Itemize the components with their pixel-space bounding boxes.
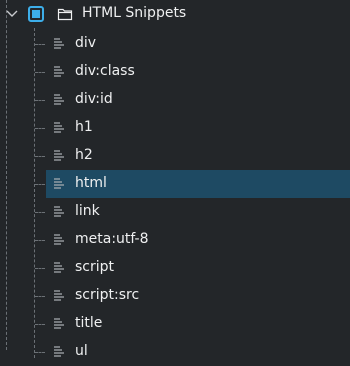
snippet-icon bbox=[51, 344, 67, 360]
snippet-icon bbox=[51, 288, 67, 304]
tree-connector bbox=[35, 44, 45, 45]
tree-item-link[interactable]: link bbox=[0, 198, 350, 226]
tree-item-ul[interactable]: ul bbox=[0, 338, 350, 366]
tree-connector bbox=[35, 352, 45, 353]
tree-connector bbox=[35, 268, 45, 269]
tree-item-div[interactable]: div bbox=[0, 30, 350, 58]
tree-item-label: meta:utf-8 bbox=[75, 231, 149, 247]
tree-root-row[interactable]: HTML Snippets bbox=[0, 0, 350, 28]
tree-item-title[interactable]: title bbox=[0, 310, 350, 338]
tree-connector bbox=[35, 240, 45, 241]
tree-item-script[interactable]: script bbox=[0, 254, 350, 282]
snippet-icon bbox=[51, 260, 67, 276]
snippet-icon bbox=[51, 92, 67, 108]
tree-connector bbox=[35, 296, 45, 297]
tree-item-div-class[interactable]: div:class bbox=[0, 58, 350, 86]
tree-connector bbox=[35, 156, 45, 157]
tree-item-h2[interactable]: h2 bbox=[0, 142, 350, 170]
tree-item-script-src[interactable]: script:src bbox=[0, 282, 350, 310]
root-checkbox[interactable] bbox=[28, 6, 44, 22]
tree-connector bbox=[35, 100, 45, 101]
tree-item-label: title bbox=[75, 315, 103, 331]
tree-item-label: div:id bbox=[75, 91, 113, 107]
tree-item-label: link bbox=[75, 203, 100, 219]
tree-connector bbox=[35, 324, 45, 325]
tree-connector bbox=[35, 184, 45, 185]
snippets-tree: HTML Snippets div div:class div:id h1 h2 html… bbox=[0, 0, 350, 359]
snippet-icon bbox=[51, 120, 67, 136]
tree-item-html[interactable]: html bbox=[0, 170, 350, 198]
tree-item-label: h2 bbox=[75, 147, 93, 163]
snippet-icon bbox=[51, 204, 67, 220]
tree-connector bbox=[35, 128, 45, 129]
tree-item-label: script bbox=[75, 259, 115, 275]
tree-item-label: ul bbox=[75, 343, 88, 359]
root-label: HTML Snippets bbox=[82, 5, 187, 21]
snippet-icon bbox=[51, 36, 67, 52]
tree-connector bbox=[35, 72, 45, 73]
tree-item-meta-utf-8[interactable]: meta:utf-8 bbox=[0, 226, 350, 254]
tree-item-label: h1 bbox=[75, 119, 93, 135]
tree-item-label: div:class bbox=[75, 63, 135, 79]
chevron-down-icon[interactable] bbox=[5, 7, 19, 21]
tree-item-label: div bbox=[75, 35, 97, 51]
snippet-icon bbox=[51, 232, 67, 248]
snippet-icon bbox=[51, 148, 67, 164]
snippet-icon bbox=[51, 176, 67, 192]
snippet-icon bbox=[51, 64, 67, 80]
tree-item-label: html bbox=[75, 175, 107, 191]
tree-connector bbox=[35, 212, 45, 213]
folder-icon bbox=[57, 8, 73, 21]
snippet-icon bbox=[51, 316, 67, 332]
tree-item-div-id[interactable]: div:id bbox=[0, 86, 350, 114]
tree-item-h1[interactable]: h1 bbox=[0, 114, 350, 142]
tree-item-label: script:src bbox=[75, 287, 140, 303]
